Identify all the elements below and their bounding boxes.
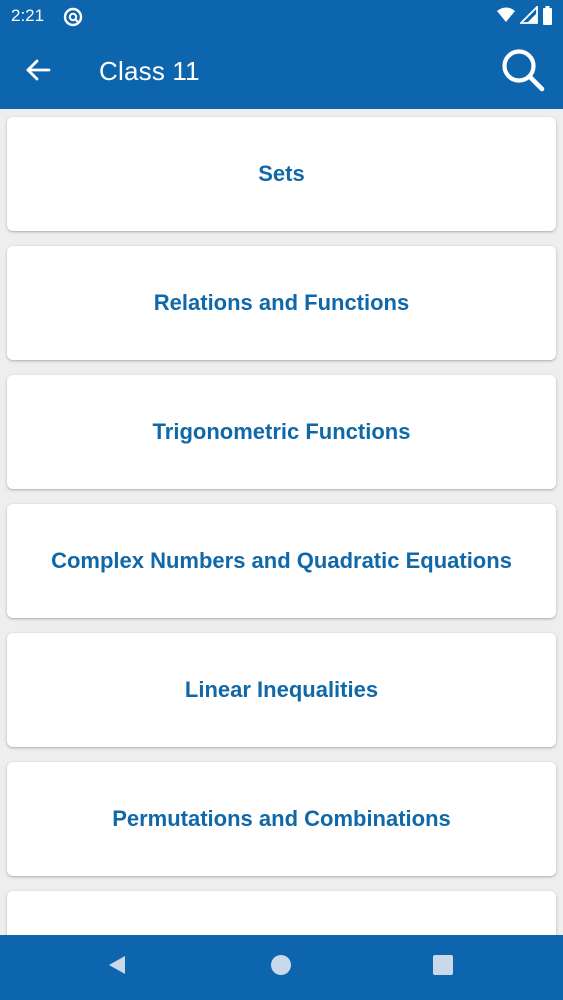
app-notification-icon	[63, 7, 83, 27]
chapter-label: Complex Numbers and Quadratic Equations	[51, 548, 512, 573]
chapter-label: Linear Inequalities	[184, 677, 379, 702]
nav-recents-button[interactable]	[423, 947, 463, 987]
chapter-label: Relations and Functions	[153, 290, 410, 315]
status-time: 2:21	[11, 6, 45, 25]
search-button[interactable]	[497, 46, 549, 98]
chapter-card-relations-and-functions[interactable]: Relations and Functions	[7, 246, 556, 360]
wifi-icon	[496, 6, 516, 28]
chapter-card-partial[interactable]	[7, 891, 556, 935]
nav-recents-icon	[432, 954, 454, 980]
search-icon	[500, 47, 546, 97]
chapter-card-trigonometric-functions[interactable]: Trigonometric Functions	[7, 375, 556, 489]
chapter-card-sets[interactable]: Sets	[7, 117, 556, 231]
nav-back-button[interactable]	[97, 947, 137, 987]
battery-icon	[542, 5, 553, 29]
system-nav-bar	[0, 935, 563, 1000]
nav-home-icon	[270, 954, 292, 980]
chapter-card-permutations-and-combinations[interactable]: Permutations and Combinations	[7, 762, 556, 876]
app-bar: Class 11	[0, 34, 563, 109]
signal-icon	[518, 4, 538, 28]
nav-back-icon	[106, 954, 128, 980]
back-button[interactable]	[18, 52, 58, 92]
chapter-label: Sets	[258, 161, 305, 186]
chapter-card-linear-inequalities[interactable]: Linear Inequalities	[7, 633, 556, 747]
screen: 2:21 Class 11 Sets Relations and Functio…	[0, 0, 563, 1000]
chapter-label: Permutations and Combinations	[112, 806, 451, 831]
arrow-back-icon	[25, 59, 51, 85]
chapter-card-complex-numbers[interactable]: Complex Numbers and Quadratic Equations	[7, 504, 556, 618]
page-title: Class 11	[99, 56, 200, 86]
chapter-list: Sets Relations and Functions Trigonometr…	[0, 109, 563, 935]
chapter-label: Trigonometric Functions	[152, 419, 411, 444]
status-bar: 2:21	[0, 0, 563, 34]
nav-home-button[interactable]	[261, 947, 301, 987]
status-icons	[496, 4, 553, 29]
